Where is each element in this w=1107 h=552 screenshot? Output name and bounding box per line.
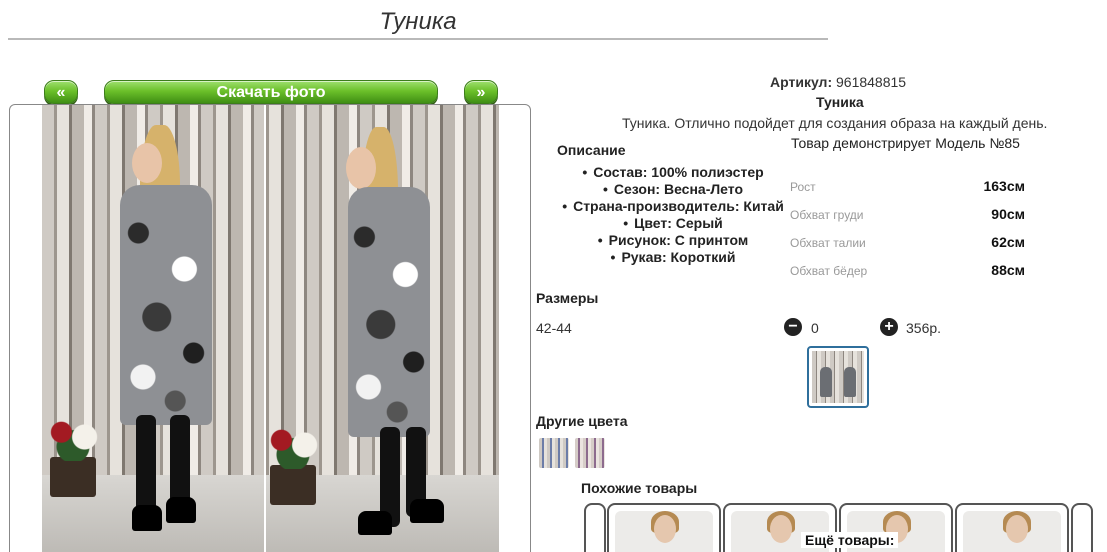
prev-photo-button[interactable]: « <box>44 80 78 104</box>
similar-product-card[interactable] <box>1071 503 1093 552</box>
similar-product-card[interactable] <box>955 503 1069 552</box>
product-photo-frame <box>9 104 531 552</box>
price: 356р. <box>906 320 942 336</box>
measurement-value: 163см <box>983 178 1025 194</box>
measurement-value: 88см <box>991 262 1025 278</box>
spec-item: Рукав: Короткий <box>548 249 798 266</box>
measurement-label: Обхват талии <box>790 236 866 250</box>
product-description: Туника. Отлично подойдет для создания об… <box>622 115 1048 131</box>
similar-product-card[interactable] <box>584 503 606 552</box>
measurement-value: 90см <box>991 206 1025 222</box>
download-photo-button[interactable]: Скачать фото <box>104 80 438 104</box>
spec-item: Сезон: Весна-Лето <box>548 181 798 198</box>
color-variant-thumbnail[interactable] <box>539 438 569 468</box>
plus-circle-icon[interactable]: + <box>880 318 898 336</box>
measurement-row: Обхват бёдер 88см <box>790 262 1030 280</box>
model-note: Товар демонстрирует Модель №85 <box>791 135 1020 151</box>
article-number: Артикул: 961848815 <box>770 74 906 90</box>
measurement-label: Обхват груди <box>790 208 864 222</box>
measurement-row: Рост 163см <box>790 178 1030 196</box>
page-title: Туника <box>379 8 457 35</box>
measurement-value: 62см <box>991 234 1025 250</box>
selected-photo-thumbnail[interactable] <box>807 346 869 408</box>
measurement-label: Рост <box>790 180 816 194</box>
next-photo-button[interactable]: » <box>464 80 498 104</box>
spec-list: Состав: 100% полиэстер Сезон: Весна-Лето… <box>548 164 798 266</box>
more-products-label: Ещё товары: <box>801 532 899 548</box>
article-label: Артикул: <box>770 74 833 90</box>
size-label: 42-44 <box>536 320 572 336</box>
similar-products-title: Похожие товары <box>581 480 698 496</box>
flower-pot-decoration <box>44 413 102 497</box>
sizes-title: Размеры <box>536 290 599 306</box>
spec-item: Страна-производитель: Китай <box>548 198 798 215</box>
title-divider <box>8 38 828 40</box>
similar-product-card[interactable] <box>607 503 721 552</box>
measurement-label: Обхват бёдер <box>790 264 868 278</box>
spec-item: Состав: 100% полиэстер <box>548 164 798 181</box>
measurement-row: Обхват груди 90см <box>790 206 1030 224</box>
product-photo[interactable] <box>42 105 499 552</box>
spec-item: Цвет: Серый <box>548 215 798 232</box>
measurement-row: Обхват талии 62см <box>790 234 1030 252</box>
quantity-value: 0 <box>811 320 819 336</box>
other-colors-title: Другие цвета <box>536 413 628 429</box>
flower-pot-decoration <box>264 421 322 505</box>
photo-split <box>264 105 266 552</box>
spec-item: Рисунок: С принтом <box>548 232 798 249</box>
article-value: 961848815 <box>836 74 907 90</box>
color-variant-thumbnail[interactable] <box>575 438 605 468</box>
product-name: Туника <box>816 94 864 110</box>
minus-circle-icon[interactable]: − <box>784 318 802 336</box>
description-title: Описание <box>557 142 626 158</box>
thumbnail-image <box>812 351 864 403</box>
